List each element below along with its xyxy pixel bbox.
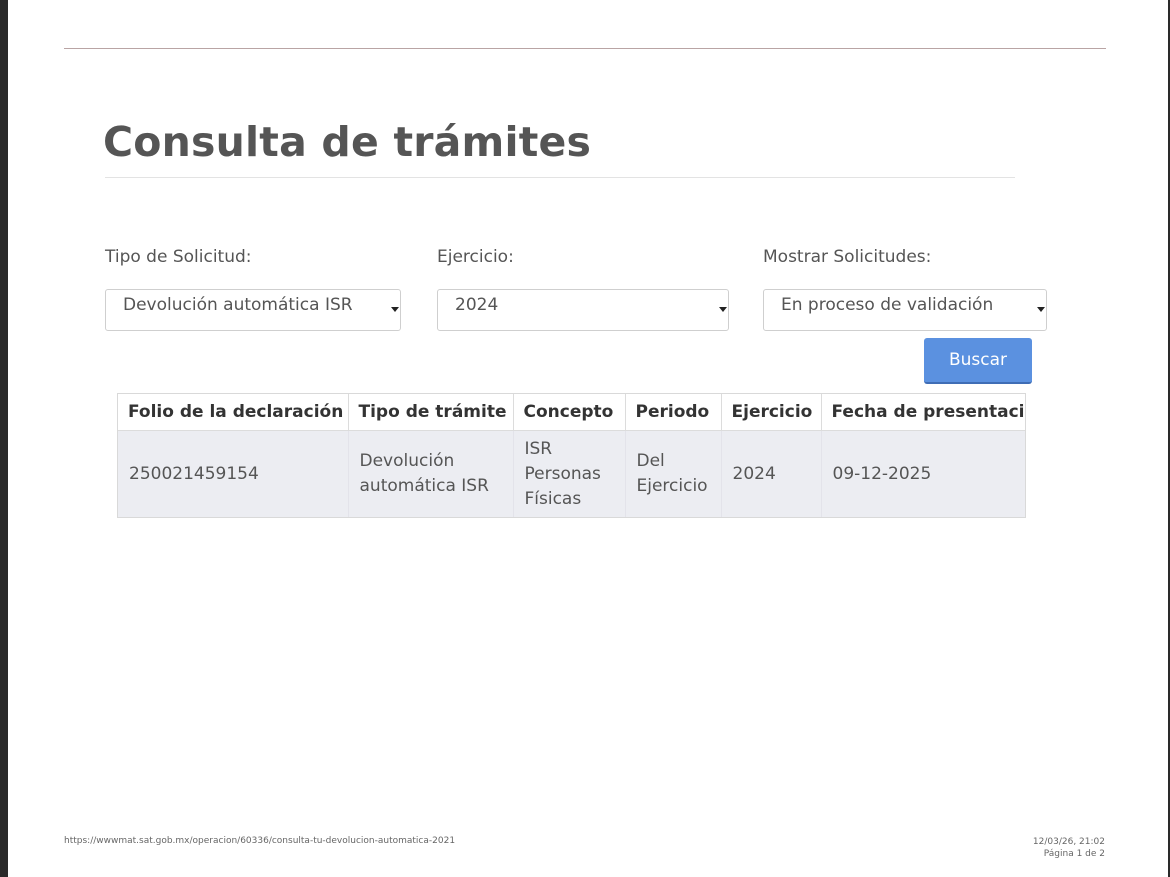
- footer-meta: 12/03/26, 21:02 Página 1 de 2: [1033, 836, 1105, 860]
- page-title: Consulta de trámites: [103, 118, 592, 166]
- tipo-solicitud-label: Tipo de Solicitud:: [105, 247, 252, 267]
- mostrar-solicitudes-value: En proceso de validación: [781, 295, 994, 315]
- cell-tipo-tramite: Devolución automática ISR: [348, 430, 514, 517]
- footer-datetime: 12/03/26, 21:02: [1032, 837, 1105, 847]
- chevron-down-icon: [391, 307, 399, 312]
- cell-periodo: Del Ejercicio: [625, 430, 722, 517]
- cell-ejercicio: 2024: [721, 430, 822, 517]
- header-ejercicio[interactable]: Ejercicio: [721, 394, 822, 431]
- chevron-down-icon: [719, 307, 727, 312]
- header-folio[interactable]: Folio de la declaración: [118, 394, 349, 431]
- ejercicio-label: Ejercicio:: [437, 247, 514, 267]
- results-table-container: Folio de la declaración Tipo de trámite …: [117, 393, 1026, 518]
- title-divider: [105, 177, 1015, 178]
- footer-page-number: Página 1 de 2: [1043, 849, 1105, 859]
- ejercicio-select[interactable]: 2024: [437, 289, 729, 331]
- ejercicio-value: 2024: [455, 295, 499, 315]
- cell-concepto: ISR Personas Físicas: [513, 430, 626, 517]
- table-row[interactable]: 250021459154 Devolución automática ISR I…: [118, 430, 1025, 517]
- print-page: Consulta de trámites Tipo de Solicitud: …: [8, 0, 1168, 877]
- tipo-solicitud-select[interactable]: Devolución automática ISR: [105, 289, 401, 331]
- chevron-down-icon: [1037, 307, 1045, 312]
- footer-url: https://wwwmat.sat.gob.mx/operacion/6033…: [64, 836, 456, 846]
- header-concepto[interactable]: Concepto: [513, 394, 626, 431]
- header-fecha-presentacion[interactable]: Fecha de presentació: [821, 394, 1025, 431]
- mostrar-solicitudes-select[interactable]: En proceso de validación: [763, 289, 1047, 331]
- top-divider: [64, 48, 1106, 49]
- cell-fecha-presentacion: 09-12-2025: [821, 430, 1025, 517]
- header-tipo-tramite[interactable]: Tipo de trámite: [348, 394, 514, 431]
- buscar-button[interactable]: Buscar: [924, 338, 1032, 384]
- mostrar-solicitudes-label: Mostrar Solicitudes:: [763, 247, 932, 267]
- header-periodo[interactable]: Periodo: [625, 394, 722, 431]
- cell-folio: 250021459154: [118, 430, 349, 517]
- table-header-row: Folio de la declaración Tipo de trámite …: [118, 394, 1025, 431]
- results-table: Folio de la declaración Tipo de trámite …: [118, 394, 1025, 517]
- tipo-solicitud-value: Devolución automática ISR: [123, 295, 353, 315]
